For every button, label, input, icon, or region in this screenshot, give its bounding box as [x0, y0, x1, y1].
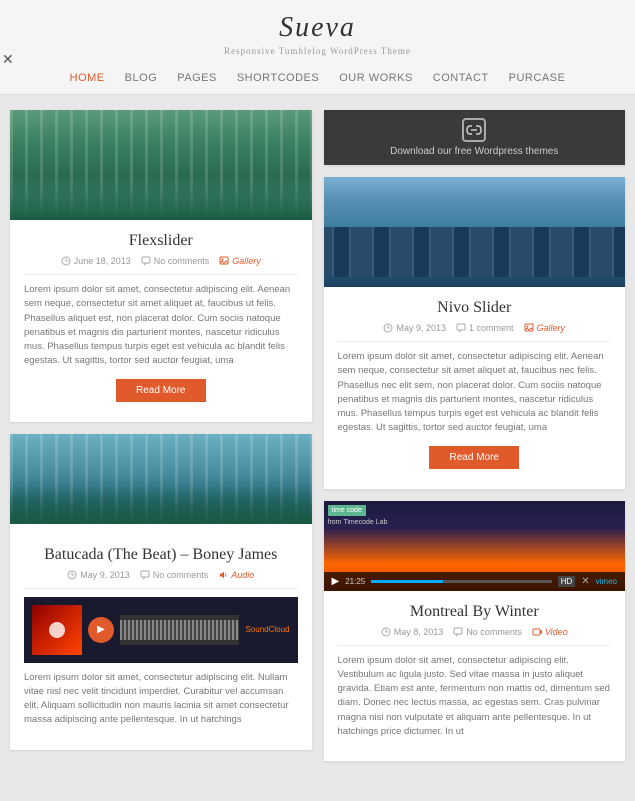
- batucada-text: Lorem ipsum dolor sit amet, consectetur …: [24, 671, 298, 728]
- vimeo-logo: vimeo: [596, 577, 617, 586]
- gallery-icon-2: [524, 323, 534, 333]
- nav-shortcodes[interactable]: SHORTCODES: [237, 72, 319, 84]
- comment-icon: [141, 256, 151, 266]
- batucada-image: [10, 434, 312, 534]
- video-time: 21:25: [345, 577, 365, 586]
- montreal-divider: [338, 645, 612, 646]
- nivo-meta: May 9, 2013 1 comment Gallery: [338, 323, 612, 333]
- nivo-comments: 1 comment: [456, 323, 514, 333]
- batucada-body: Batucada (The Beat) – Boney James May 9,…: [10, 534, 312, 750]
- link-icon: [466, 122, 482, 138]
- montreal-comments: No comments: [453, 627, 522, 637]
- download-text: Download our free Wordpress themes: [390, 146, 558, 157]
- montreal-meta: May 8, 2013 No comments Video: [338, 627, 612, 637]
- nav-pages[interactable]: PAGES: [177, 72, 217, 84]
- clock-icon-2: [67, 570, 77, 580]
- nav-contact[interactable]: CONTACT: [433, 72, 489, 84]
- batucada-title: Batucada (The Beat) – Boney James: [24, 546, 298, 564]
- nav-home[interactable]: HOME: [70, 72, 105, 84]
- nivo-card: Nivo Slider May 9, 2013 1 comment Galler…: [324, 177, 626, 489]
- comment-icon-3: [456, 323, 466, 333]
- music-waveform: [120, 615, 239, 645]
- content-area: Flexslider June 18, 2013 No comments Gal…: [0, 95, 635, 776]
- clock-icon-4: [381, 627, 391, 637]
- batucada-divider: [24, 588, 298, 589]
- montreal-date: May 8, 2013: [381, 627, 444, 637]
- nav-blog[interactable]: BLOG: [125, 72, 158, 84]
- flexslider-image: [10, 110, 312, 220]
- left-column: Flexslider June 18, 2013 No comments Gal…: [10, 110, 312, 761]
- batucada-comments: No comments: [140, 570, 209, 580]
- batucada-date: May 9, 2013: [67, 570, 130, 580]
- nivo-text: Lorem ipsum dolor sit amet, consectetur …: [338, 350, 612, 436]
- video-progress-fill: [371, 580, 443, 583]
- video-overlay-badge: time code: [328, 505, 366, 516]
- nav-purcase[interactable]: PURCASE: [509, 72, 566, 84]
- montreal-tag: Video: [532, 627, 568, 637]
- vimeo-separator: ✕: [581, 576, 589, 587]
- video-controls-bar: ▶ 21:25 HD ✕ vimeo: [324, 572, 626, 591]
- audio-icon: [218, 570, 228, 580]
- flexslider-body: Flexslider June 18, 2013 No comments Gal…: [10, 220, 312, 422]
- montreal-card: time code from Timecode Lab ▶ 21:25 HD ✕…: [324, 501, 626, 762]
- music-player: ▶ SoundCloud: [24, 597, 298, 663]
- montreal-text: Lorem ipsum dolor sit amet, consectetur …: [338, 654, 612, 740]
- video-progress-bar[interactable]: [371, 580, 551, 583]
- hd-badge: HD: [558, 576, 576, 587]
- batucada-tag: Audio: [218, 570, 254, 580]
- main-nav: HOME BLOG PAGES SHORTCODES OUR WORKS CON…: [0, 62, 635, 94]
- batucada-card: Batucada (The Beat) – Boney James May 9,…: [10, 434, 312, 750]
- video-from-label: from Timecode Lab: [328, 519, 388, 526]
- flexslider-comments: No comments: [141, 256, 210, 266]
- video-play-button[interactable]: ▶: [332, 576, 340, 587]
- nivo-read-more[interactable]: Read More: [429, 446, 519, 469]
- nivo-body: Nivo Slider May 9, 2013 1 comment Galler…: [324, 287, 626, 489]
- site-tagline: Responsive Tumblelog WordPress Theme: [0, 46, 635, 56]
- crosshair-icon: ✕: [2, 52, 14, 69]
- comment-icon-2: [140, 570, 150, 580]
- flexslider-title: Flexslider: [24, 232, 298, 250]
- nivo-divider: [338, 341, 612, 342]
- montreal-body: Montreal By Winter May 8, 2013 No commen…: [324, 591, 626, 762]
- flexslider-card: Flexslider June 18, 2013 No comments Gal…: [10, 110, 312, 422]
- nivo-date: May 9, 2013: [383, 323, 446, 333]
- site-logo: Sueva: [0, 12, 635, 44]
- nav-our-works[interactable]: OUR WORKS: [339, 72, 413, 84]
- flexslider-meta: June 18, 2013 No comments Gallery: [24, 256, 298, 266]
- right-column: Download our free Wordpress themes Nivo …: [324, 110, 626, 761]
- clock-icon-3: [383, 323, 393, 333]
- flexslider-divider: [24, 274, 298, 275]
- nivo-image: [324, 177, 626, 287]
- montreal-title: Montreal By Winter: [338, 603, 612, 621]
- download-icon: [462, 118, 486, 142]
- music-play-button[interactable]: ▶: [88, 617, 114, 643]
- video-icon: [532, 627, 542, 637]
- clock-icon: [61, 256, 71, 266]
- site-header: Sueva Responsive Tumblelog WordPress The…: [0, 0, 635, 95]
- album-thumbnail: [32, 605, 82, 655]
- nivo-tag: Gallery: [524, 323, 566, 333]
- flexslider-tag: Gallery: [219, 256, 261, 266]
- flexslider-date: June 18, 2013: [61, 256, 131, 266]
- nivo-title: Nivo Slider: [338, 299, 612, 317]
- comment-icon-4: [453, 627, 463, 637]
- batucada-meta: May 9, 2013 No comments Audio: [24, 570, 298, 580]
- flexslider-text: Lorem ipsum dolor sit amet, consectetur …: [24, 283, 298, 369]
- gallery-icon: [219, 256, 229, 266]
- flexslider-read-more[interactable]: Read More: [116, 379, 206, 402]
- montreal-video-thumb: time code from Timecode Lab ▶ 21:25 HD ✕…: [324, 501, 626, 591]
- soundcloud-icon: SoundCloud: [245, 625, 289, 634]
- download-banner: Download our free Wordpress themes: [324, 110, 626, 165]
